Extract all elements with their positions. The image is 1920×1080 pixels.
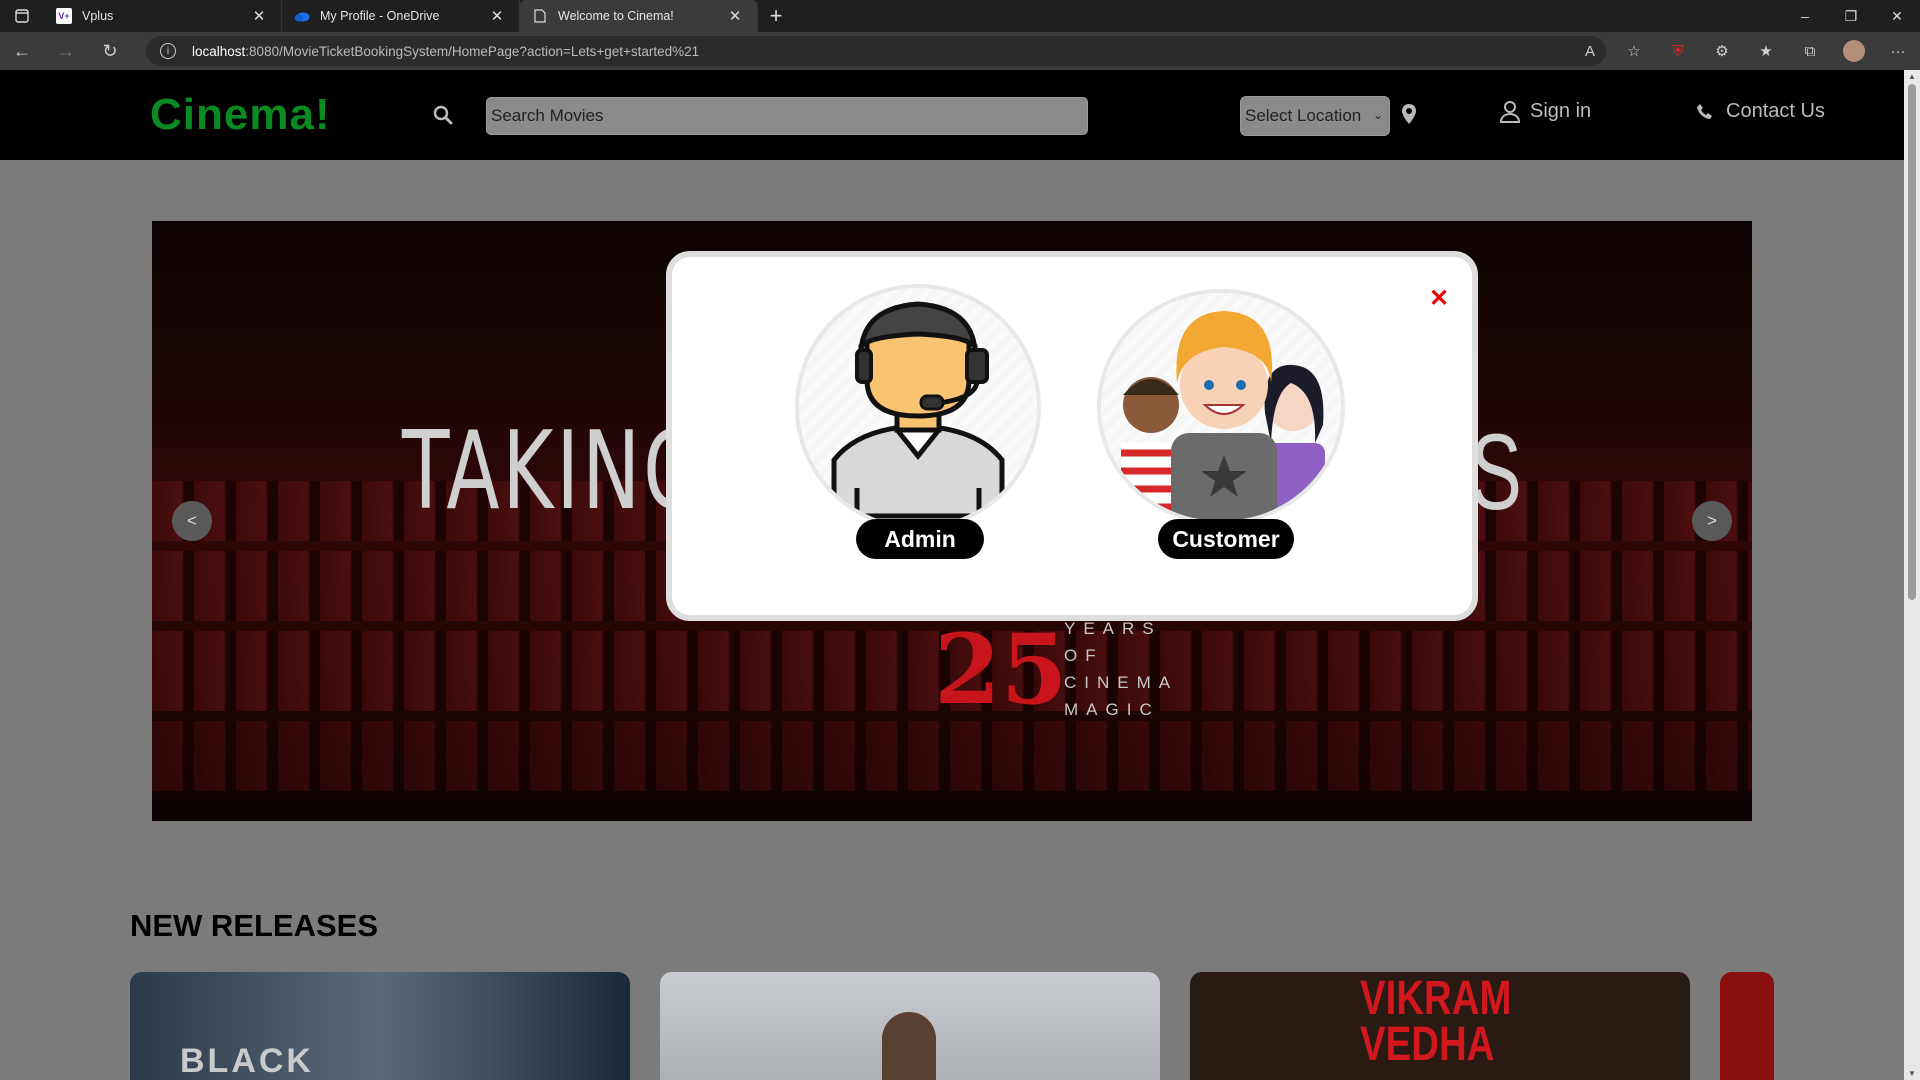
url-path: :8080/MovieTicketBookingSystem/HomePage?… [245,43,700,59]
page: Cinema! Select Location ⌄ Sign in Contac… [0,70,1904,1080]
new-releases-title: NEW RELEASES [130,908,379,943]
location-select-label: Select Location [1245,106,1362,125]
anniversary-number: 25 [934,613,1068,726]
url-host: localhost [192,43,246,59]
movie-title-line: VIKRAM [1360,972,1512,1025]
phone-icon [1697,103,1712,119]
admin-support-icon [831,301,1005,519]
refresh-icon[interactable]: ↻ [88,32,132,70]
customers-group-icon [1121,311,1325,521]
tab-onedrive[interactable]: My Profile - OneDrive ✕ [282,0,520,32]
signin-link[interactable]: Sign in [1500,100,1591,123]
movie-card[interactable]: VIKRAM VEDHA [1190,972,1690,1080]
forward-icon[interactable]: → [44,32,88,70]
signin-label: Sign in [1530,100,1592,122]
contact-us-link[interactable]: Contact Us [1696,100,1825,123]
anniversary-text: YEARS OF CINEMA MAGIC [1064,615,1178,723]
movie-card[interactable] [660,972,1160,1080]
address-bar[interactable]: i localhost:8080/MovieTicketBookingSyste… [146,36,1606,66]
customer-avatar[interactable] [1097,289,1345,525]
search-input[interactable] [486,97,1088,135]
banner-headline: TAKING [402,409,707,534]
collections-icon[interactable]: ⧉ [1788,32,1832,70]
add-favorite-icon[interactable]: ☆ [1612,32,1656,70]
profile-avatar[interactable] [1832,32,1876,70]
extensions-icon[interactable]: ⚙ [1700,32,1744,70]
browser-tabbar: V+ Vplus ✕ My Profile - OneDrive ✕ Welco… [0,0,1920,32]
tab-title: Vplus [82,9,114,23]
new-tab-button[interactable]: + [758,0,794,32]
window-controls: – ❐ ✕ [1782,0,1920,32]
movie-title-art: BLACK [180,1042,314,1080]
site-header: Cinema! Select Location ⌄ Sign in Contac… [0,70,1904,160]
site-logo[interactable]: Cinema! [150,90,331,140]
tab-cinema[interactable]: Welcome to Cinema! ✕ [520,0,758,32]
page-icon [532,8,548,24]
close-tab-icon[interactable]: ✕ [725,7,745,25]
browser-actions: A ☆ ⛨ ⚙ ★ ⧉ ··· [1568,32,1920,70]
close-window-icon[interactable]: ✕ [1874,0,1920,32]
scroll-down-icon[interactable]: ▼ [1907,1069,1917,1078]
close-tab-icon[interactable]: ✕ [249,7,269,25]
search-icon[interactable] [432,104,454,126]
browser-toolbar: ← → ↻ i localhost:8080/MovieTicketBookin… [0,32,1920,70]
scrollbar-thumb[interactable] [1908,84,1916,600]
chevron-down-icon: ⌄ [1372,108,1383,122]
location-pin-icon[interactable] [1400,103,1418,125]
role-select-modal: ✕ Admin Customer [666,251,1478,621]
movie-card[interactable]: BLACK [130,972,630,1080]
scroll-up-icon[interactable]: ▲ [1907,72,1917,81]
tab-actions-icon [15,9,29,23]
close-icon[interactable]: ✕ [1429,287,1449,311]
onedrive-icon [294,8,310,24]
anniversary-line: OF [1064,646,1104,665]
vplus-favicon-icon: V+ [56,8,72,24]
movie-title-line: VEDHA [1360,1018,1495,1071]
site-info-icon[interactable]: i [160,43,176,59]
user-icon [1500,100,1520,123]
tab-title: Welcome to Cinema! [558,9,674,23]
tab-actions-button[interactable] [0,0,44,32]
customer-button[interactable]: Customer [1158,519,1294,559]
more-icon[interactable]: ··· [1876,32,1920,70]
movie-poster-figure [882,1012,936,1080]
anniversary-line: CINEMA [1064,673,1179,692]
back-icon[interactable]: ← [0,32,44,70]
favorites-icon[interactable]: ★ [1744,32,1788,70]
tab-vplus[interactable]: V+ Vplus ✕ [44,0,282,32]
movie-title-art: VIKRAM VEDHA [1360,972,1512,1071]
page-scrollbar[interactable]: ▲ ▼ [1904,70,1920,1080]
contact-us-label: Contact Us [1726,100,1825,122]
admin-button[interactable]: Admin [856,519,984,559]
extension-shield-icon[interactable]: ⛨ [1656,32,1700,70]
close-tab-icon[interactable]: ✕ [487,7,507,25]
anniversary-line: MAGIC [1064,700,1160,719]
read-aloud-icon[interactable]: A [1568,32,1612,70]
carousel-prev-button[interactable]: < [172,501,212,541]
movie-card[interactable] [1720,972,1774,1080]
restore-icon[interactable]: ❐ [1828,0,1874,32]
location-select[interactable]: Select Location ⌄ [1240,96,1390,136]
carousel-next-button[interactable]: > [1692,501,1732,541]
admin-avatar[interactable] [795,284,1041,530]
tab-title: My Profile - OneDrive [320,9,440,23]
minimize-icon[interactable]: – [1782,0,1828,32]
